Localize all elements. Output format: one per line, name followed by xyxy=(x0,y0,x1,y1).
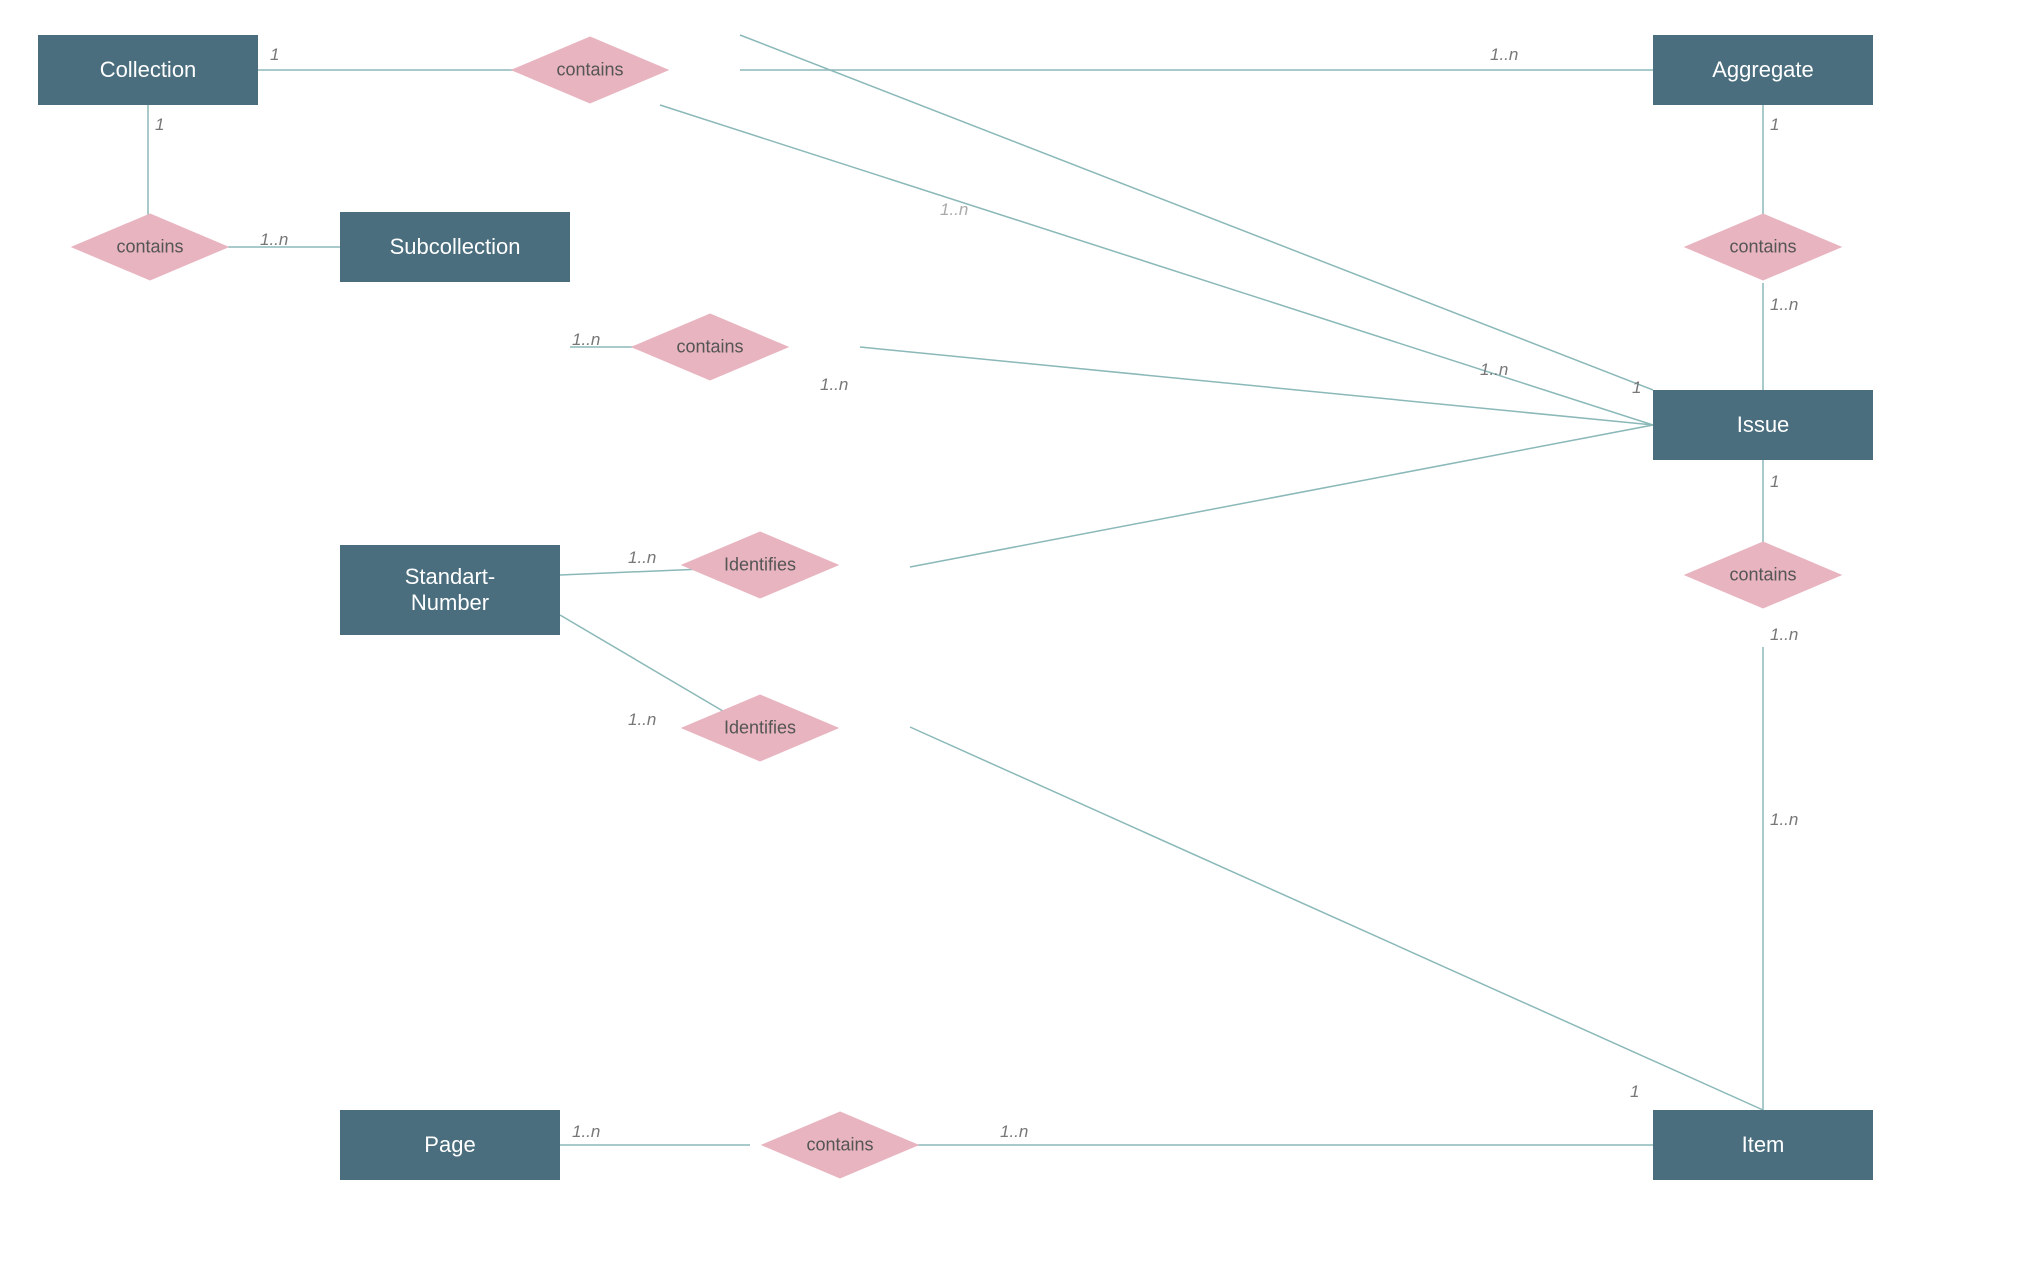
entity-collection: Collection xyxy=(38,35,258,105)
card-6: 1..n xyxy=(1770,295,1798,315)
card-15: 1..n xyxy=(628,710,656,730)
rel-identifies-bot: Identifies xyxy=(670,693,850,763)
entity-issue: Issue xyxy=(1653,390,1873,460)
card-8: 1..n xyxy=(940,200,968,220)
card-12: 1 xyxy=(1770,472,1779,492)
card-19: 1..n xyxy=(1000,1122,1028,1142)
er-diagram: Collection Aggregate Subcollection Issue… xyxy=(0,0,2034,1284)
card-9: 1..n xyxy=(1480,360,1508,380)
card-5: 1 xyxy=(1770,115,1779,135)
card-2: 1..n xyxy=(1490,45,1518,65)
card-14: 1..n xyxy=(628,548,656,568)
rel-contains-right: contains xyxy=(1673,212,1853,282)
card-17: 1..n xyxy=(1770,810,1798,830)
entity-item: Item xyxy=(1653,1110,1873,1180)
card-18: 1..n xyxy=(572,1122,600,1142)
rel-contains-top: contains xyxy=(500,35,680,105)
card-11: 1 xyxy=(1632,378,1641,398)
rel-contains-issue: contains xyxy=(1673,540,1853,610)
card-16: 1 xyxy=(1630,1082,1639,1102)
rel-contains-left: contains xyxy=(60,212,240,282)
entity-subcollection: Subcollection xyxy=(340,212,570,282)
card-13: 1..n xyxy=(1770,625,1798,645)
rel-contains-sub: contains xyxy=(620,312,800,382)
rel-contains-page: contains xyxy=(750,1110,930,1180)
card-7: 1..n xyxy=(572,330,600,350)
card-1: 1 xyxy=(270,45,279,65)
rel-identifies-top: Identifies xyxy=(670,530,850,600)
entity-aggregate: Aggregate xyxy=(1653,35,1873,105)
entity-page: Page xyxy=(340,1110,560,1180)
card-4: 1..n xyxy=(260,230,288,250)
connector-lines xyxy=(0,0,2034,1284)
card-10: 1..n xyxy=(820,375,848,395)
entity-standart-number: Standart- Number xyxy=(340,545,560,635)
card-3: 1 xyxy=(155,115,164,135)
